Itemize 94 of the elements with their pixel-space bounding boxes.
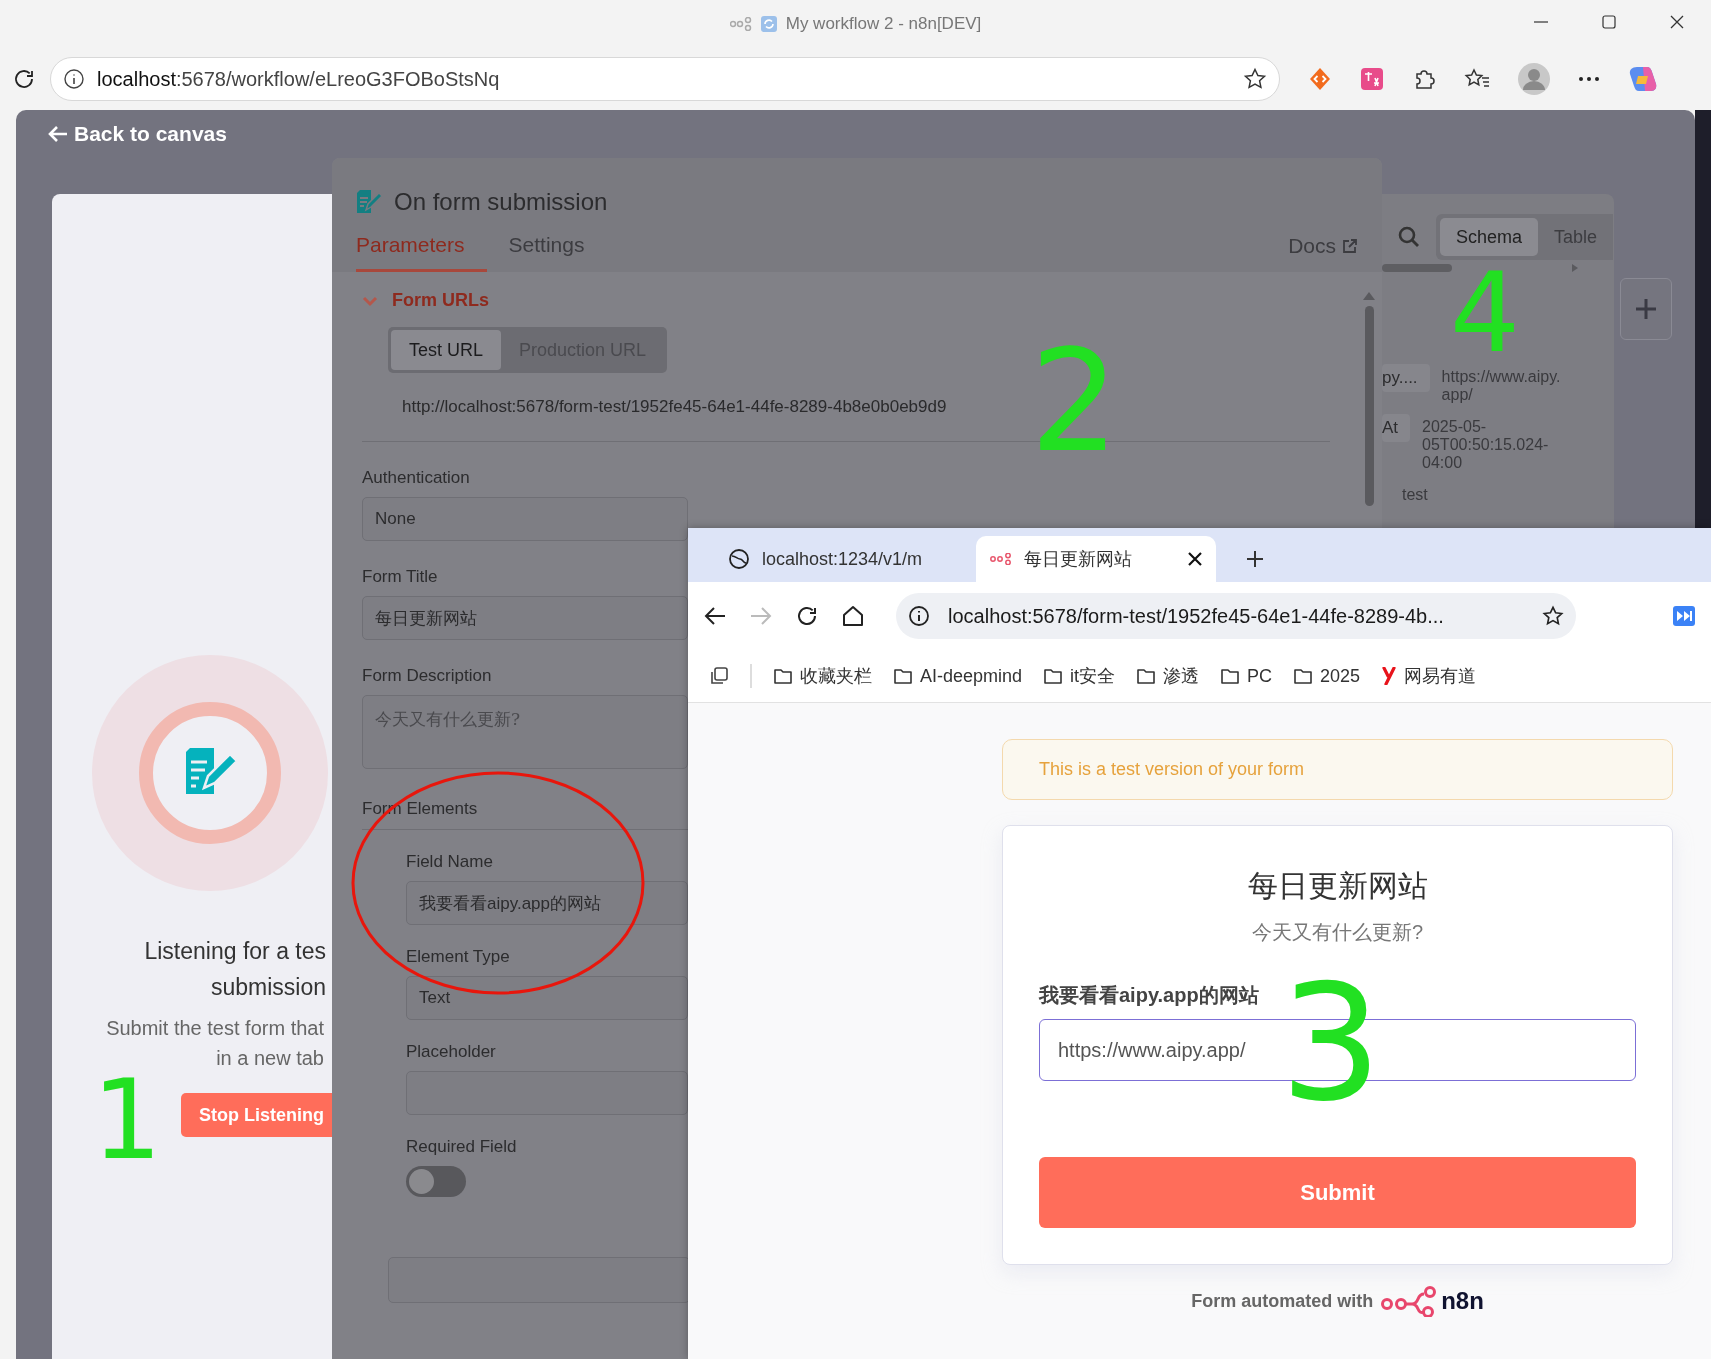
folder-icon (1137, 668, 1156, 684)
new-tab-icon[interactable] (1246, 550, 1264, 568)
bookmark[interactable]: 收藏夹栏 (774, 664, 872, 688)
bookmark[interactable]: AI-deepmind (894, 665, 1023, 687)
forward-icon (750, 606, 772, 626)
n8n-logo[interactable]: n8n (1381, 1285, 1484, 1317)
translate-icon[interactable] (1360, 67, 1384, 91)
schema-key: py.... (1382, 364, 1430, 392)
text-input[interactable]: 我要看看aipy.app的网站 (406, 881, 688, 925)
folder-icon (894, 668, 912, 684)
submit-button[interactable]: Submit (1039, 1157, 1636, 1228)
media-icon[interactable] (1673, 606, 1695, 626)
form-icon (356, 190, 382, 214)
field-label: Form Title (362, 567, 438, 587)
select-field[interactable]: Text (406, 976, 688, 1020)
folder-icon (774, 668, 792, 684)
field-label: Placeholder (406, 1042, 496, 1062)
text-input[interactable]: 每日更新网站 (362, 596, 688, 640)
home-icon[interactable] (842, 605, 864, 627)
schema-value: test (1402, 485, 1429, 504)
field-label: Form Description (362, 666, 492, 686)
browser-tab[interactable]: 每日更新网站 (976, 536, 1216, 582)
external-link-icon (1342, 238, 1358, 254)
arrow-left-icon (48, 125, 68, 143)
workflow-icon (729, 17, 752, 31)
bookmark[interactable]: 网易有道 (1382, 664, 1477, 688)
reload-icon[interactable] (796, 605, 818, 627)
copilot-icon[interactable] (1628, 64, 1658, 94)
back-link[interactable]: Back to canvas (48, 122, 227, 146)
docs-link[interactable]: Docs (1288, 234, 1358, 272)
footer-text: Form automated with (1191, 1290, 1374, 1312)
folder-icon (1294, 668, 1313, 684)
field-label: Required Field (406, 1137, 517, 1157)
folder-icon (1044, 668, 1063, 684)
test-notice: This is a test version of your form (1002, 739, 1673, 800)
form-title: 每日更新网站 (1247, 868, 1428, 904)
app-logo-icon (1382, 667, 1397, 685)
panel-heading: submission (210, 973, 326, 1002)
search-icon[interactable] (1398, 226, 1420, 248)
stop-listening-button[interactable]: Stop Listening (181, 1093, 332, 1137)
window-title: My workflow 2 - n8n[DEV] (785, 14, 982, 34)
bookmark[interactable]: PC (1221, 665, 1273, 687)
bookmark[interactable]: 2025 (1294, 665, 1361, 687)
panel-heading: Listening for a tes (144, 937, 326, 966)
address-text: localhost:5678/form-test/1952fe45-64e1-44fe-8289-4b... (948, 604, 1444, 628)
back-icon[interactable] (704, 606, 726, 626)
page-icon (759, 15, 778, 33)
close-icon[interactable] (1188, 552, 1202, 566)
handwritten-number: 4 (1450, 264, 1520, 363)
browser-tab[interactable]: localhost:1234/v1/m (700, 536, 976, 582)
extension-icon[interactable] (1308, 67, 1332, 91)
bookmark[interactable]: it安全 (1044, 664, 1116, 688)
address-bar[interactable]: localhost:5678/workflow/eLreoG3FOBoStsNq (50, 57, 1280, 101)
field-label: Field Name (406, 852, 493, 872)
schema-value: https://www.aipy.app/ (1441, 367, 1562, 404)
panel-hint: Submit the test form that (106, 1016, 324, 1041)
text-input[interactable] (406, 1071, 688, 1115)
more-icon[interactable] (1578, 76, 1600, 82)
toggle-switch[interactable] (406, 1166, 466, 1197)
schema-value: 2025-05-05T00:50:15.024-04:00 (1422, 417, 1550, 472)
field-label: Element Type (406, 947, 510, 967)
workflow-icon (1381, 1285, 1438, 1317)
add-node-button[interactable] (1620, 278, 1672, 340)
handwritten-number: 2 (1030, 339, 1120, 465)
avatar-icon[interactable] (1518, 63, 1550, 95)
panel-title: On form submission (394, 188, 608, 216)
tabs-icon[interactable] (710, 667, 728, 685)
handwritten-number: 1 (92, 1071, 162, 1170)
form-description: 今天又有什么更新? (1251, 920, 1424, 945)
panel-hint: in a new tab (216, 1046, 324, 1071)
globe-icon (728, 548, 750, 570)
address-text[interactable]: localhost:5678/workflow/eLreoG3FOBoStsNq (97, 67, 500, 91)
reload-icon[interactable] (12, 67, 36, 91)
field-label: 我要看看aipy.app的网站 (1039, 983, 1260, 1008)
plus-icon (1635, 298, 1657, 320)
scroll-right-icon (1572, 264, 1578, 272)
select-field[interactable]: None (362, 497, 688, 541)
schema-key: At (1382, 414, 1411, 442)
workflow-icon (990, 553, 1012, 565)
chevron-icon (362, 294, 378, 307)
info-icon[interactable] (63, 68, 85, 90)
bookmark[interactable]: 渗透 (1137, 664, 1200, 688)
scroll-up-icon (1363, 292, 1375, 300)
star-icon[interactable] (1243, 67, 1267, 91)
address-bar[interactable]: localhost:5678/form-test/1952fe45-64e1-44fe-8289-4b... (896, 593, 1576, 639)
folder-icon (1221, 668, 1240, 684)
field-label: Authentication (362, 468, 470, 488)
url-tab[interactable]: Test URL (391, 330, 502, 370)
star-icon[interactable] (1542, 605, 1564, 627)
panel-tab[interactable]: Settings (508, 233, 607, 272)
info-icon[interactable] (908, 605, 930, 627)
form-url: http://localhost:5678/form-test/1952fe45-64e1-44fe-8289-4b8e0b0eb9d9 (402, 397, 948, 417)
scroll-thumb (1382, 264, 1452, 272)
output-tab[interactable]: Schema (1440, 218, 1539, 256)
